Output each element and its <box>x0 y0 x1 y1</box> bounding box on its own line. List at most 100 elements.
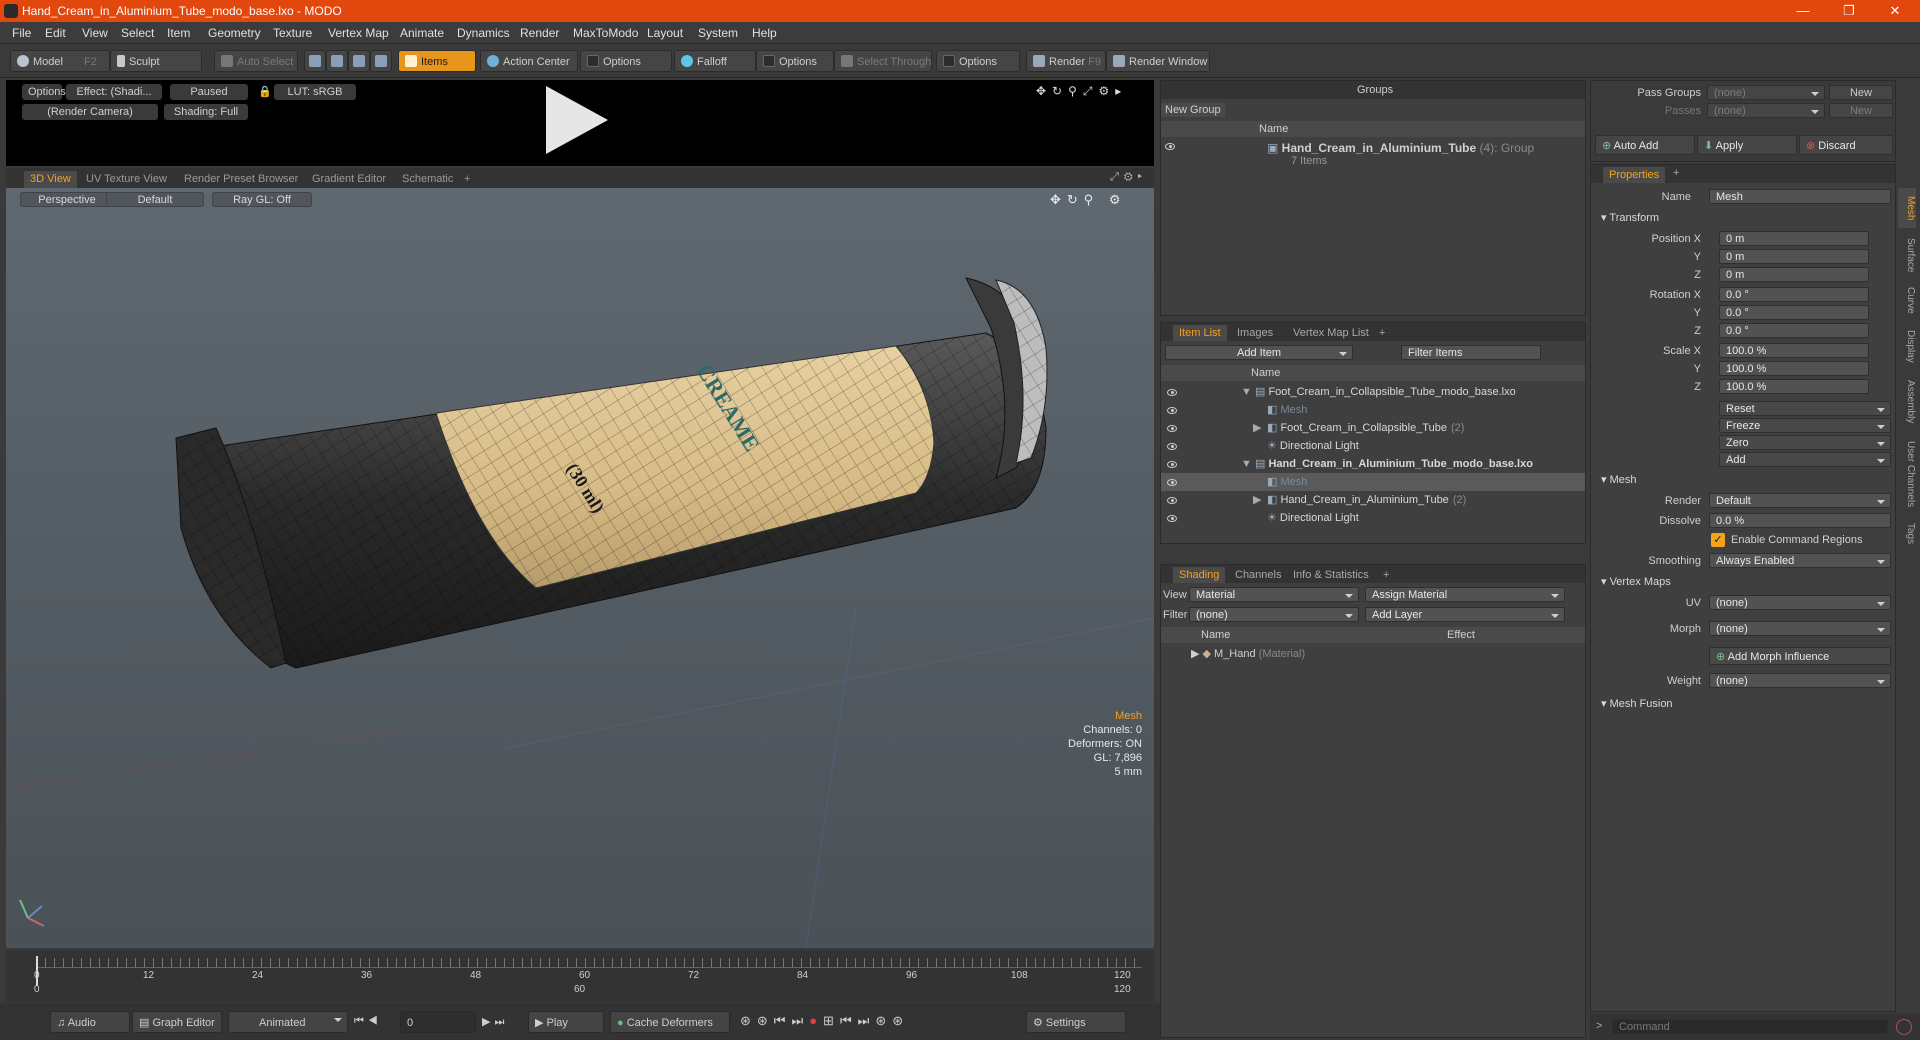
mesh-section[interactable]: ▾ Mesh <box>1601 473 1636 486</box>
play-icon[interactable] <box>546 86 608 154</box>
skip-back-icons[interactable]: ⏮◀ <box>354 1015 382 1028</box>
eye-icon[interactable] <box>1167 495 1177 507</box>
apply-button[interactable]: ⬇ Apply <box>1697 135 1797 155</box>
vertex-maps-section[interactable]: ▾ Vertex Maps <box>1601 575 1671 588</box>
eye-icon[interactable] <box>1167 423 1177 435</box>
freeze-dropdown[interactable]: Freeze <box>1719 418 1891 433</box>
menu-animate[interactable]: Animate <box>400 26 444 40</box>
menu-system[interactable]: System <box>698 26 738 40</box>
add-item-dropdown[interactable]: Add Item <box>1165 345 1353 360</box>
add-tab-button[interactable]: + <box>1373 325 1391 341</box>
add-tab-button[interactable]: + <box>1673 167 1679 179</box>
smoothing-dropdown[interactable]: Always Enabled <box>1709 553 1891 568</box>
eye-icon[interactable] <box>1167 513 1177 525</box>
item-list-row[interactable]: ☀ Directional Light <box>1161 437 1585 455</box>
item-list-row[interactable]: ▶ ◧ Foot_Cream_in_Collapsible_Tube (2) <box>1161 419 1585 437</box>
viewport-tab-icons[interactable]: ⤢⚙▸ <box>1110 171 1147 184</box>
tab-3d-view[interactable]: 3D View <box>24 171 77 188</box>
enable-command-regions-checkbox[interactable]: ✓ <box>1711 533 1725 547</box>
zero-dropdown[interactable]: Zero <box>1719 435 1891 450</box>
edges-mode-button[interactable] <box>326 50 348 72</box>
settings-button[interactable]: ⚙ Settings <box>1026 1011 1126 1033</box>
rotation-z-input[interactable]: 0.0 ° <box>1719 323 1869 338</box>
render-dropdown[interactable]: Default <box>1709 493 1891 508</box>
add-dropdown[interactable]: Add <box>1719 452 1891 467</box>
side-tab-mesh[interactable]: Mesh <box>1898 188 1916 228</box>
mesh-fusion-section[interactable]: ▾ Mesh Fusion <box>1601 697 1673 710</box>
action-center-button[interactable]: Action Center <box>480 50 578 72</box>
timeline-ruler[interactable] <box>36 958 1142 968</box>
expand-arrow-icon[interactable]: ▼ <box>1241 386 1255 398</box>
item-list-row[interactable]: ☀ Directional Light <box>1161 509 1585 527</box>
add-tab-button[interactable]: + <box>458 171 476 188</box>
record-icon[interactable] <box>1896 1019 1912 1035</box>
new-pass-group-button[interactable]: New <box>1829 85 1893 100</box>
polygons-mode-button[interactable] <box>348 50 370 72</box>
tab-render-preset-browser[interactable]: Render Preset Browser <box>178 171 304 188</box>
view-dropdown[interactable]: Material <box>1189 587 1359 602</box>
restore-button[interactable]: ❐ <box>1826 0 1872 22</box>
reset-dropdown[interactable]: Reset <box>1719 401 1891 416</box>
eye-icon[interactable] <box>1167 441 1177 453</box>
falloff-options-button[interactable]: Options <box>756 50 834 72</box>
tab-vertex-map-list[interactable]: Vertex Map List <box>1287 325 1375 341</box>
key-tools-icons[interactable]: ⊛⊛⏮⏭●⊞⏮⏭⊛⊛ <box>740 1013 909 1029</box>
items-mode-button[interactable]: Items <box>398 50 476 72</box>
tab-properties[interactable]: Properties <box>1603 167 1666 183</box>
material-row[interactable]: ▶ ◆ M_Hand (Material) <box>1191 647 1305 660</box>
side-tab-curve[interactable]: Curve <box>1898 282 1916 318</box>
name-input[interactable]: Mesh <box>1709 189 1891 204</box>
tab-item-list[interactable]: Item List <box>1173 325 1227 341</box>
command-input[interactable]: Command <box>1612 1019 1888 1034</box>
expand-arrow-icon[interactable]: ▶ <box>1253 493 1267 506</box>
preview-effect-dropdown[interactable]: Effect: (Shadi... <box>66 84 162 100</box>
add-tab-button[interactable]: + <box>1377 567 1395 583</box>
tab-info-statistics[interactable]: Info & Statistics <box>1287 567 1375 583</box>
passes-dropdown[interactable]: (none) <box>1707 103 1825 118</box>
item-list-row[interactable]: ◧ Mesh <box>1161 401 1585 419</box>
falloff-button[interactable]: Falloff <box>674 50 756 72</box>
scale-x-input[interactable]: 100.0 % <box>1719 343 1869 358</box>
rotation-x-input[interactable]: 0.0 ° <box>1719 287 1869 302</box>
tab-gradient-editor[interactable]: Gradient Editor <box>306 171 392 188</box>
item-list-row[interactable]: ▼ ▤ Hand_Cream_in_Aluminium_Tube_modo_bas… <box>1161 455 1585 473</box>
timeline[interactable]: 0 12 24 36 48 60 72 84 96 108 120 0 60 1… <box>6 950 1154 1002</box>
dissolve-input[interactable]: 0.0 % <box>1709 513 1891 528</box>
position-x-input[interactable]: 0 m <box>1719 231 1869 246</box>
lock-icon[interactable]: 🔒 <box>258 84 272 100</box>
preview-options-button[interactable]: Options <box>22 84 66 100</box>
add-layer-dropdown[interactable]: Add Layer <box>1365 607 1565 622</box>
eye-icon[interactable] <box>1165 141 1175 153</box>
audio-button[interactable]: ♫ Audio <box>50 1011 130 1033</box>
vertices-mode-button[interactable] <box>304 50 326 72</box>
scale-y-input[interactable]: 100.0 % <box>1719 361 1869 376</box>
lut-dropdown[interactable]: LUT: sRGB <box>274 84 356 100</box>
model-mode-button[interactable]: Model F2 <box>10 50 110 72</box>
menu-dynamics[interactable]: Dynamics <box>457 26 510 40</box>
tab-images[interactable]: Images <box>1231 325 1279 341</box>
render-window-button[interactable]: Render Window <box>1106 50 1210 72</box>
select-through-button[interactable]: Select Through <box>834 50 932 72</box>
3d-viewport[interactable]: Perspective Default Ray GL: Off ✥↻⚲ ⚙ CR… <box>6 188 1154 948</box>
menu-texture[interactable]: Texture <box>273 26 312 40</box>
scale-z-input[interactable]: 100.0 % <box>1719 379 1869 394</box>
filter-items-input[interactable]: Filter Items <box>1401 345 1541 360</box>
expand-arrow-icon[interactable]: ▼ <box>1241 458 1255 470</box>
sculpt-mode-button[interactable]: Sculpt <box>110 50 202 72</box>
play-button[interactable]: ▶ Play <box>528 1011 604 1033</box>
eye-icon[interactable] <box>1167 459 1177 471</box>
menu-file[interactable]: File <box>12 26 31 40</box>
item-list-row[interactable]: ◧ Mesh <box>1161 473 1585 491</box>
select-through-options-button[interactable]: Options <box>936 50 1020 72</box>
auto-add-button[interactable]: ⊕ Auto Add <box>1595 135 1695 155</box>
menu-vertex-map[interactable]: Vertex Map <box>328 26 389 40</box>
item-list-row[interactable]: ▶ ◧ Hand_Cream_in_Aluminium_Tube (2) <box>1161 491 1585 509</box>
tab-shading[interactable]: Shading <box>1173 567 1226 583</box>
side-tab-assembly[interactable]: Assembly <box>1898 374 1916 430</box>
morph-dropdown[interactable]: (none) <box>1709 621 1891 636</box>
menu-view[interactable]: View <box>82 26 108 40</box>
menu-item[interactable]: Item <box>167 26 190 40</box>
new-pass-button[interactable]: New <box>1829 103 1893 118</box>
tab-schematic[interactable]: Schematic <box>396 171 459 188</box>
position-z-input[interactable]: 0 m <box>1719 267 1869 282</box>
